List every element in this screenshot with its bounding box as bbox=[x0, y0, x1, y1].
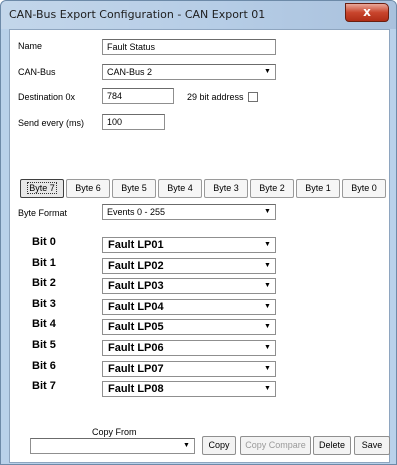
tab-label: Byte 6 bbox=[75, 183, 101, 193]
bit-value: Fault LP01 bbox=[108, 239, 164, 251]
canbus-label: CAN-Bus bbox=[18, 67, 56, 77]
dialog-body: Name Fault Status CAN-Bus CAN-Bus 2 ▼ De… bbox=[9, 29, 390, 463]
canbus-value: CAN-Bus 2 bbox=[107, 67, 153, 77]
bit-select[interactable]: Fault LP06 ▼ bbox=[102, 340, 276, 356]
bit-value: Fault LP02 bbox=[108, 260, 164, 272]
bit-select[interactable]: Fault LP07 ▼ bbox=[102, 361, 276, 377]
bit-select[interactable]: Fault LP01 ▼ bbox=[102, 237, 276, 253]
bit-select[interactable]: Fault LP04 ▼ bbox=[102, 299, 276, 315]
bit-label: Bit 0 bbox=[32, 236, 56, 248]
bit29-checkbox[interactable] bbox=[248, 92, 258, 102]
close-button[interactable]: x bbox=[345, 3, 389, 22]
bit-label: Bit 3 bbox=[32, 298, 56, 310]
bit-value: Fault LP04 bbox=[108, 301, 164, 313]
bit-value: Fault LP05 bbox=[108, 321, 164, 333]
tab-label: Byte 5 bbox=[121, 183, 147, 193]
chevron-down-icon[interactable]: ▼ bbox=[260, 320, 275, 334]
tab-label: Byte 1 bbox=[305, 183, 331, 193]
tab-label: Byte 3 bbox=[213, 183, 239, 193]
tab-byte-2[interactable]: Byte 2 bbox=[250, 179, 294, 198]
send-every-field[interactable]: 100 bbox=[102, 114, 165, 130]
tab-label: Byte 7 bbox=[27, 182, 57, 194]
tab-byte-5[interactable]: Byte 5 bbox=[112, 179, 156, 198]
bit-label: Bit 4 bbox=[32, 318, 56, 330]
canbus-select[interactable]: CAN-Bus 2 ▼ bbox=[102, 64, 276, 80]
tab-label: Byte 4 bbox=[167, 183, 193, 193]
close-icon: x bbox=[363, 5, 371, 19]
byte-format-label: Byte Format bbox=[18, 208, 68, 218]
chevron-down-icon[interactable]: ▼ bbox=[260, 341, 275, 355]
chevron-down-icon[interactable]: ▼ bbox=[260, 382, 275, 396]
copy-compare-button[interactable]: Copy Compare bbox=[240, 436, 311, 455]
tab-label: Byte 2 bbox=[259, 183, 285, 193]
tab-byte-4[interactable]: Byte 4 bbox=[158, 179, 202, 198]
bit-label: Bit 6 bbox=[32, 360, 56, 372]
tab-byte-3[interactable]: Byte 3 bbox=[204, 179, 248, 198]
chevron-down-icon[interactable]: ▼ bbox=[260, 279, 275, 293]
byte-format-value: Events 0 - 255 bbox=[107, 207, 166, 217]
bit-label: Bit 7 bbox=[32, 380, 56, 392]
chevron-down-icon[interactable]: ▼ bbox=[260, 205, 275, 219]
chevron-down-icon[interactable]: ▼ bbox=[260, 259, 275, 273]
destination-label: Destination 0x bbox=[18, 92, 76, 102]
tab-byte-1[interactable]: Byte 1 bbox=[296, 179, 340, 198]
window-title: CAN-Bus Export Configuration - CAN Expor… bbox=[9, 8, 266, 21]
byte-format-select[interactable]: Events 0 - 255 ▼ bbox=[102, 204, 276, 220]
chevron-down-icon[interactable]: ▼ bbox=[260, 65, 275, 79]
bit29-label: 29 bit address bbox=[187, 92, 244, 102]
chevron-down-icon[interactable]: ▼ bbox=[260, 300, 275, 314]
chevron-down-icon[interactable]: ▼ bbox=[179, 439, 194, 453]
save-button[interactable]: Save bbox=[354, 436, 390, 455]
copy-button[interactable]: Copy bbox=[202, 436, 236, 455]
chevron-down-icon[interactable]: ▼ bbox=[260, 362, 275, 376]
name-label: Name bbox=[18, 41, 43, 51]
dialog-window: CAN-Bus Export Configuration - CAN Expor… bbox=[0, 0, 397, 465]
bit-value: Fault LP07 bbox=[108, 363, 164, 375]
tab-byte-7[interactable]: Byte 7 bbox=[20, 179, 64, 198]
copy-from-label: Copy From bbox=[92, 427, 137, 437]
destination-field[interactable]: 784 bbox=[102, 88, 174, 104]
copy-from-select[interactable]: ▼ bbox=[30, 438, 195, 454]
bit-select[interactable]: Fault LP02 ▼ bbox=[102, 258, 276, 274]
bit-value: Fault LP08 bbox=[108, 383, 164, 395]
tab-byte-6[interactable]: Byte 6 bbox=[66, 179, 110, 198]
title-bar[interactable]: CAN-Bus Export Configuration - CAN Expor… bbox=[1, 1, 396, 29]
tab-byte-0[interactable]: Byte 0 bbox=[342, 179, 386, 198]
bit-select[interactable]: Fault LP03 ▼ bbox=[102, 278, 276, 294]
bit-select[interactable]: Fault LP08 ▼ bbox=[102, 381, 276, 397]
delete-button[interactable]: Delete bbox=[313, 436, 351, 455]
bit-select[interactable]: Fault LP05 ▼ bbox=[102, 319, 276, 335]
bit-label: Bit 1 bbox=[32, 257, 56, 269]
bit-value: Fault LP06 bbox=[108, 342, 164, 354]
tab-label: Byte 0 bbox=[351, 183, 377, 193]
name-field[interactable]: Fault Status bbox=[102, 39, 276, 55]
bit-value: Fault LP03 bbox=[108, 280, 164, 292]
chevron-down-icon[interactable]: ▼ bbox=[260, 238, 275, 252]
bit-label: Bit 5 bbox=[32, 339, 56, 351]
bit-label: Bit 2 bbox=[32, 277, 56, 289]
send-every-label: Send every (ms) bbox=[18, 118, 85, 128]
